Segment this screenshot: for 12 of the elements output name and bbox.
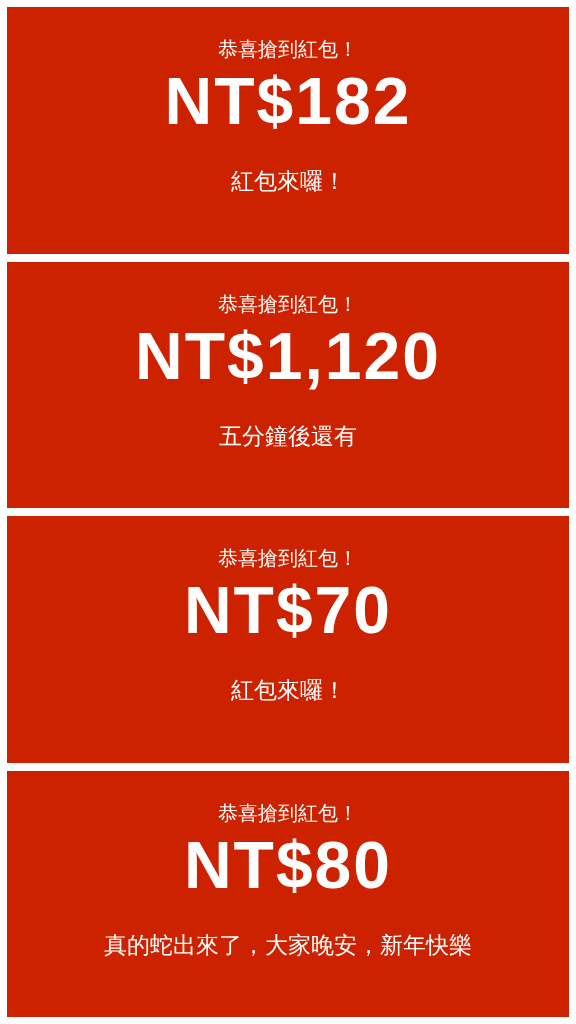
congrats-title: 恭喜搶到紅包！ — [218, 546, 358, 571]
amount: NT$80 — [183, 826, 393, 903]
message: 紅包來囉！ — [230, 167, 346, 196]
amount: NT$70 — [183, 572, 393, 648]
message: 紅包來囉！ — [230, 676, 346, 705]
amount: NT$182 — [164, 63, 412, 139]
message: 真的蛇出來了，大家晚安，新年快樂 — [104, 930, 472, 960]
congrats-title: 恭喜搶到紅包！ — [218, 37, 358, 62]
message: 五分鐘後還有 — [219, 421, 357, 451]
amount: NT$1,120 — [135, 317, 441, 394]
congrats-title: 恭喜搶到紅包！ — [218, 291, 358, 317]
congrats-title: 恭喜搶到紅包！ — [218, 800, 358, 826]
